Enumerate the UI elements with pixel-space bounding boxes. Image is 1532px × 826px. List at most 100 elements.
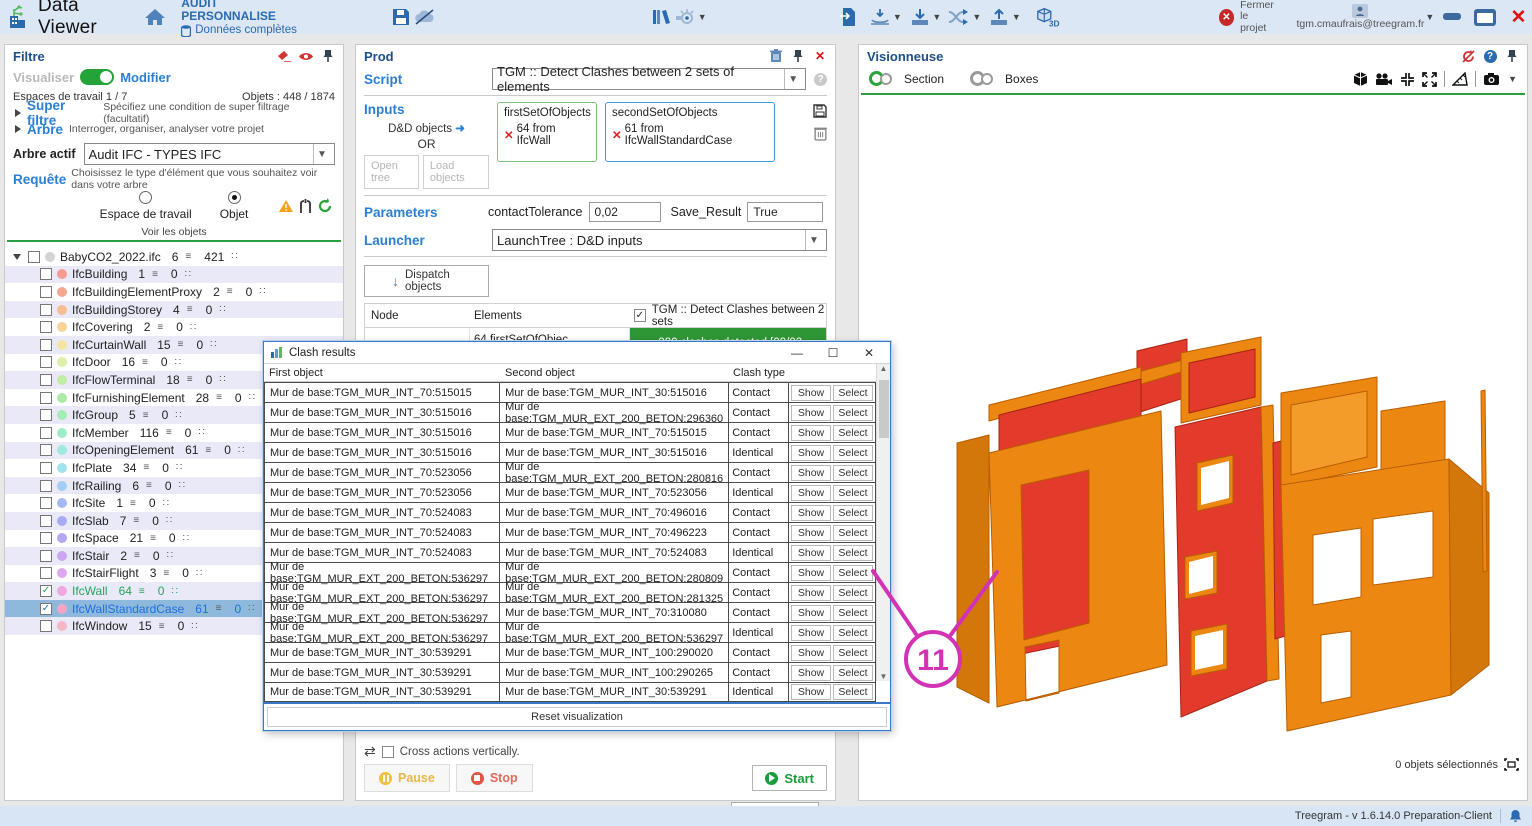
import-file-icon[interactable] — [837, 4, 861, 30]
load-objects-button[interactable]: Load objects — [423, 155, 489, 189]
collapse-caret-icon[interactable] — [13, 254, 21, 260]
dialog-minimize-button[interactable]: — — [782, 346, 812, 360]
section-toggle[interactable]: Section — [869, 71, 944, 88]
input-card-second[interactable]: secondSetOfObjects ✕61 from IfcWallStand… — [605, 102, 775, 162]
item-checkbox[interactable] — [40, 620, 52, 632]
select-button[interactable]: Select — [833, 425, 873, 441]
close-button[interactable]: ✕ — [1505, 6, 1532, 28]
close-icon[interactable]: ✕ — [811, 48, 829, 64]
cube-icon[interactable] — [1353, 71, 1368, 87]
col-second-object[interactable]: Second object — [500, 367, 730, 379]
item-checkbox[interactable] — [40, 444, 52, 456]
pause-button[interactable]: Pause — [364, 764, 450, 792]
item-checkbox[interactable] — [40, 497, 52, 509]
script-select[interactable]: TGM :: Detect Clashes between 2 sets of … — [492, 68, 806, 90]
select-button[interactable]: Select — [833, 465, 873, 481]
tree-item-ifcbuilding[interactable]: IfcBuilding1≡0∷ — [5, 266, 343, 284]
item-checkbox[interactable] — [40, 286, 52, 298]
radio-object[interactable]: Objet — [220, 191, 249, 221]
item-checkbox[interactable] — [40, 374, 52, 386]
user-menu[interactable]: tgm.cmaufrais@treegram.fr — [1296, 4, 1424, 30]
show-button[interactable]: Show — [791, 525, 831, 541]
dispatch-objects-button[interactable]: ↓ Dispatch objects — [364, 265, 489, 297]
reset-visualization-button[interactable]: Reset visualization — [267, 707, 887, 727]
show-button[interactable]: Show — [791, 445, 831, 461]
sync-disabled-icon[interactable] — [1459, 48, 1477, 64]
show-button[interactable]: Show — [791, 665, 831, 681]
item-checkbox[interactable] — [40, 515, 52, 527]
item-checkbox[interactable] — [40, 356, 52, 368]
tree-root-row[interactable]: BabyCO2_2022.ifc 6≡ 421∷ — [5, 248, 343, 266]
save-disk-icon[interactable] — [813, 104, 827, 118]
item-checkbox[interactable] — [40, 321, 52, 333]
library-icon[interactable] — [649, 4, 673, 30]
start-button[interactable]: Start — [752, 765, 827, 791]
show-button[interactable]: Show — [791, 545, 831, 561]
upload-icon[interactable] — [987, 4, 1011, 30]
select-button[interactable]: Select — [833, 445, 873, 461]
show-button[interactable]: Show — [791, 485, 831, 501]
active-tree-select[interactable]: Audit IFC - TYPES IFC ▼ — [84, 143, 335, 165]
mode-toggle[interactable] — [80, 69, 114, 85]
video-camera-icon[interactable] — [1375, 73, 1393, 86]
show-button[interactable]: Show — [791, 385, 831, 401]
upload-caret[interactable]: ▼ — [1012, 12, 1021, 22]
stop-button[interactable]: Stop — [456, 764, 533, 792]
root-checkbox[interactable] — [28, 251, 40, 263]
cube-3d-icon[interactable]: 3D — [1035, 4, 1061, 30]
tree-label[interactable]: Arbre — [27, 122, 63, 137]
show-button[interactable]: Show — [791, 684, 831, 700]
radio-workspace[interactable]: Espace de travail — [100, 191, 192, 221]
project-block[interactable]: AUDIT PERSONNALISE Données complètes — [181, 0, 303, 37]
bell-icon[interactable] — [1509, 809, 1522, 823]
minimize-button[interactable] — [1438, 6, 1465, 28]
projector-icon[interactable] — [673, 4, 697, 30]
select-button[interactable]: Select — [833, 405, 873, 421]
download-caret[interactable]: ▼ — [932, 12, 941, 22]
remove-input-icon[interactable]: ✕ — [612, 128, 622, 142]
result-col-checkbox[interactable]: ✓ — [634, 309, 646, 322]
pin-icon[interactable] — [789, 48, 807, 64]
download-icon[interactable] — [908, 4, 932, 30]
tree-item-ifcbuildingstorey[interactable]: IfcBuildingStorey4≡0∷ — [5, 301, 343, 319]
shuffle-caret[interactable]: ▼ — [972, 12, 981, 22]
dialog-close-button[interactable]: ✕ — [854, 346, 884, 360]
select-button[interactable]: Select — [833, 485, 873, 501]
tree-item-ifcbuildingelementproxy[interactable]: IfcBuildingElementProxy2≡0∷ — [5, 283, 343, 301]
param1-input[interactable]: 0,02 — [589, 202, 661, 222]
item-checkbox[interactable] — [40, 567, 52, 579]
open-tree-button[interactable]: Open tree — [364, 155, 419, 189]
refresh-icon[interactable] — [317, 198, 333, 214]
camera-caret[interactable]: ▼ — [1508, 74, 1517, 84]
ruler-icon[interactable] — [1452, 72, 1468, 86]
tree-item-ifccovering[interactable]: IfcCovering2≡0∷ — [5, 318, 343, 336]
param2-input[interactable]: True — [747, 202, 823, 222]
show-button[interactable]: Show — [791, 425, 831, 441]
item-checkbox[interactable] — [40, 427, 52, 439]
trash-icon[interactable] — [767, 48, 785, 64]
item-checkbox[interactable] — [40, 304, 52, 316]
close-project-button[interactable]: ✕ Fermer leprojet — [1219, 0, 1281, 34]
item-checkbox[interactable] — [40, 268, 52, 280]
show-button[interactable]: Show — [791, 645, 831, 661]
col-clash-type[interactable]: Clash type — [730, 367, 790, 379]
super-filter-expander[interactable] — [15, 109, 21, 117]
pin-icon[interactable] — [1503, 48, 1521, 64]
save-icon[interactable] — [390, 4, 414, 30]
dialog-maximize-button[interactable]: ☐ — [818, 346, 848, 360]
help-icon[interactable]: ? — [1481, 48, 1499, 64]
item-checkbox[interactable]: ✓ — [40, 603, 52, 615]
item-checkbox[interactable] — [40, 532, 52, 544]
download-platform-caret[interactable]: ▼ — [893, 12, 902, 22]
launcher-select[interactable]: LaunchTree : D&D inputs ▼ — [492, 229, 827, 251]
show-button[interactable]: Show — [791, 505, 831, 521]
selection-box-icon[interactable] — [1504, 758, 1519, 771]
select-button[interactable]: Select — [833, 505, 873, 521]
collapse-icon[interactable] — [1400, 72, 1415, 87]
camera-icon[interactable] — [1483, 72, 1500, 86]
eraser-icon[interactable] — [275, 48, 293, 64]
maximize-button[interactable] — [1472, 6, 1499, 28]
item-checkbox[interactable]: ✓ — [40, 585, 52, 597]
input-card-first[interactable]: firstSetOfObjects ✕64 from IfcWall — [497, 102, 597, 162]
pin-icon[interactable] — [319, 48, 337, 64]
